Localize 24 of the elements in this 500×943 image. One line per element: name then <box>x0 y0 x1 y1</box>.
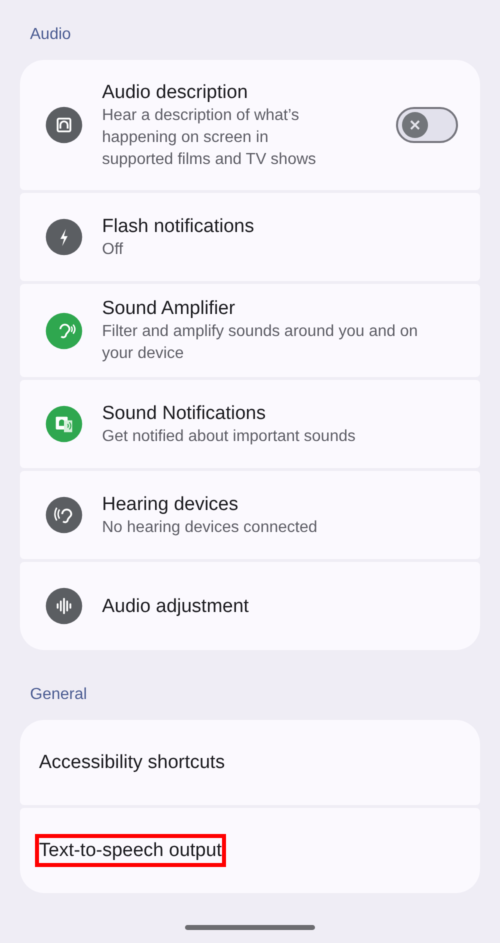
item-description: Off <box>102 240 124 260</box>
settings-item[interactable]: Accessibility shortcuts <box>20 720 480 805</box>
item-description: Filter and amplify sounds around you and on your device <box>102 322 419 364</box>
item-title: Sound Notifications <box>102 402 266 426</box>
settings-item[interactable]: Sound Amplifier Filter and amplify sounds around you and on your device <box>20 284 480 377</box>
item-title: Flash notifications <box>102 214 254 238</box>
item-title: Hearing devices <box>102 492 238 516</box>
item-description: Get notified about important sounds <box>102 426 356 446</box>
toggle-thumb-icon <box>401 111 429 139</box>
settings-item[interactable]: Audio adjustment <box>20 562 480 650</box>
item-title: Audio adjustment <box>102 594 249 618</box>
item-title: Audio description <box>102 80 248 104</box>
section-header: General <box>29 685 88 705</box>
item-title: Sound Amplifier <box>102 297 236 321</box>
toggle-switch[interactable] <box>396 107 458 143</box>
item-title: Accessibility shortcuts <box>39 751 225 775</box>
settings-item[interactable]: Audio description Hear a description of what’s happening on screen in supported films and TV shows <box>20 60 480 190</box>
settings-item[interactable]: Text-to-speech output <box>20 808 480 893</box>
settings-item[interactable]: Flash notifications Off <box>20 193 480 281</box>
settings-item[interactable]: Sound Notifications Get notified about important sounds <box>20 380 480 468</box>
section-header: Audio <box>29 25 72 45</box>
item-description: No hearing devices connected <box>102 518 318 538</box>
settings-item[interactable]: Hearing devices No hearing devices connected <box>20 471 480 559</box>
item-description: Hear a description of what’s happening on screen in supported films and TV shows <box>102 106 318 170</box>
